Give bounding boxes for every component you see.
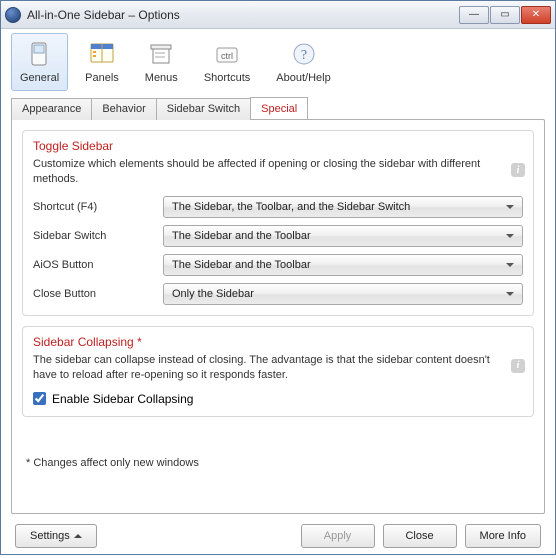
toolbar-label: Shortcuts	[204, 72, 250, 84]
toolbar-item-about[interactable]: ? About/Help	[267, 33, 339, 91]
select-value: The Sidebar and the Toolbar	[172, 259, 311, 271]
tab-behavior[interactable]: Behavior	[91, 98, 156, 120]
select-value: The Sidebar, the Toolbar, and the Sideba…	[172, 201, 410, 213]
menus-icon	[145, 38, 177, 70]
panels-icon	[86, 38, 118, 70]
button-bar: Settings Apply Close More Info	[1, 514, 555, 558]
group-title: Sidebar Collapsing *	[33, 335, 523, 349]
select-close-button[interactable]: Only the Sidebar	[163, 283, 523, 305]
window-title: All-in-One Sidebar – Options	[27, 8, 458, 22]
row-shortcut: Shortcut (F4) The Sidebar, the Toolbar, …	[33, 196, 523, 218]
tab-bar: Appearance Behavior Sidebar Switch Speci…	[1, 91, 555, 119]
row-sidebar-switch: Sidebar Switch The Sidebar and the Toolb…	[33, 225, 523, 247]
label-sidebar-switch: Sidebar Switch	[33, 230, 163, 242]
info-icon[interactable]: i	[511, 359, 525, 373]
group-description: The sidebar can collapse instead of clos…	[33, 353, 523, 384]
close-button[interactable]: Close	[383, 524, 457, 548]
footnote: * Changes affect only new windows	[22, 427, 534, 473]
checkbox-enable-collapsing[interactable]	[33, 392, 46, 405]
select-shortcut[interactable]: The Sidebar, the Toolbar, and the Sideba…	[163, 196, 523, 218]
tab-sidebar-switch[interactable]: Sidebar Switch	[156, 98, 251, 120]
toolbar-label: Menus	[145, 72, 178, 84]
svg-text:ctrl: ctrl	[221, 51, 233, 61]
help-icon: ?	[288, 38, 320, 70]
general-icon	[24, 38, 56, 70]
select-value: Only the Sidebar	[172, 288, 254, 300]
titlebar: All-in-One Sidebar – Options — ▭ ✕	[1, 1, 555, 29]
tab-appearance[interactable]: Appearance	[11, 98, 92, 120]
label-shortcut: Shortcut (F4)	[33, 201, 163, 213]
app-icon	[5, 7, 21, 23]
info-icon[interactable]: i	[511, 163, 525, 177]
select-sidebar-switch[interactable]: The Sidebar and the Toolbar	[163, 225, 523, 247]
more-info-button[interactable]: More Info	[465, 524, 541, 548]
group-description: Customize which elements should be affec…	[33, 157, 523, 188]
row-aios-button: AiOS Button The Sidebar and the Toolbar	[33, 254, 523, 276]
label-close-button: Close Button	[33, 288, 163, 300]
toolbar-label: General	[20, 72, 59, 84]
checkbox-label: Enable Sidebar Collapsing	[52, 392, 193, 406]
toolbar-label: Panels	[85, 72, 119, 84]
label-aios-button: AiOS Button	[33, 259, 163, 271]
group-sidebar-collapsing: Sidebar Collapsing * The sidebar can col…	[22, 326, 534, 417]
group-toggle-sidebar: Toggle Sidebar Customize which elements …	[22, 130, 534, 316]
select-value: The Sidebar and the Toolbar	[172, 230, 311, 242]
row-close-button: Close Button Only the Sidebar	[33, 283, 523, 305]
main-toolbar: General Panels Menus ctrl Shortcuts ? Ab…	[1, 29, 555, 91]
window-close-button[interactable]: ✕	[521, 6, 551, 24]
caret-up-icon	[74, 530, 82, 538]
toolbar-item-panels[interactable]: Panels	[76, 33, 128, 91]
tab-panel-special: Toggle Sidebar Customize which elements …	[11, 119, 545, 514]
toolbar-item-menus[interactable]: Menus	[136, 33, 187, 91]
minimize-button[interactable]: —	[459, 6, 489, 24]
toolbar-label: About/Help	[276, 72, 330, 84]
button-label: Settings	[30, 530, 70, 542]
maximize-button[interactable]: ▭	[490, 6, 520, 24]
group-title: Toggle Sidebar	[33, 139, 523, 153]
select-aios-button[interactable]: The Sidebar and the Toolbar	[163, 254, 523, 276]
settings-button[interactable]: Settings	[15, 524, 97, 548]
toolbar-item-general[interactable]: General	[11, 33, 68, 91]
apply-button[interactable]: Apply	[301, 524, 375, 548]
tab-special[interactable]: Special	[250, 97, 308, 119]
toolbar-item-shortcuts[interactable]: ctrl Shortcuts	[195, 33, 259, 91]
checkbox-row-enable-collapsing: Enable Sidebar Collapsing	[33, 392, 523, 406]
shortcuts-icon: ctrl	[211, 38, 243, 70]
svg-text:?: ?	[300, 48, 306, 63]
